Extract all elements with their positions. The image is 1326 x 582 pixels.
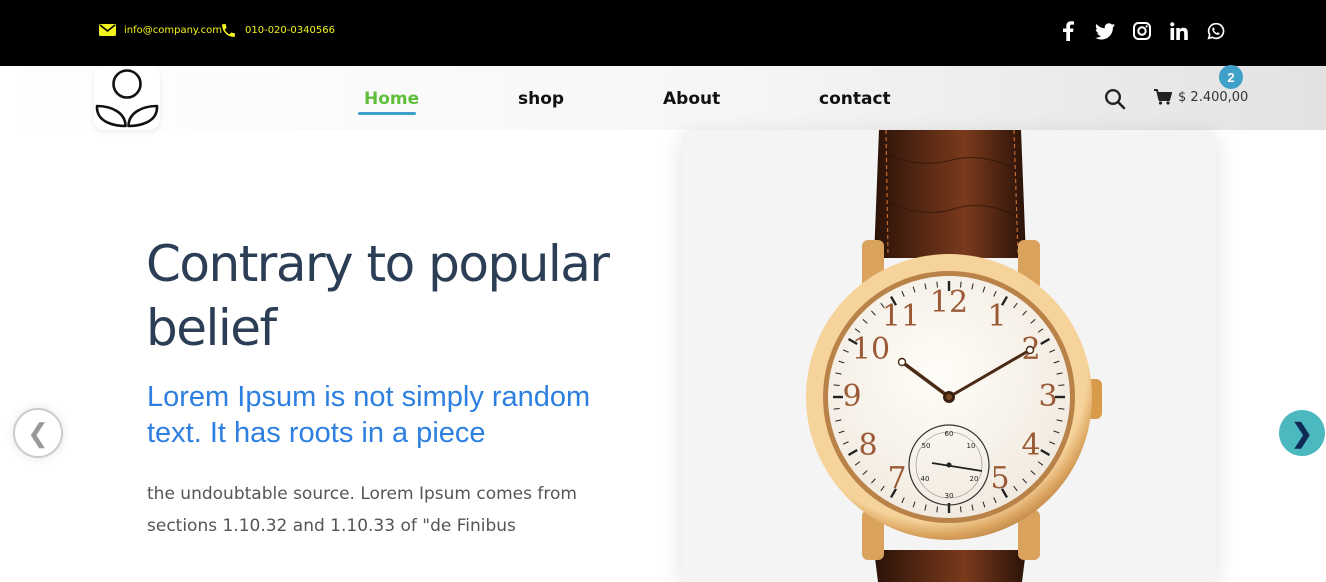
phone-text: 010-020-0340566 — [245, 25, 335, 36]
numeral-3: 3 — [1038, 379, 1057, 414]
nav-home[interactable]: Home — [364, 89, 419, 109]
dial-tick — [936, 506, 938, 513]
phone-contact[interactable]: 010-020-0340566 — [220, 22, 335, 39]
dial-tick — [833, 384, 840, 386]
search-icon — [1104, 88, 1126, 110]
facebook-icon[interactable] — [1058, 20, 1078, 42]
numeral-7: 7 — [887, 461, 906, 496]
search-button[interactable] — [1104, 88, 1126, 110]
numeral-11: 11 — [882, 299, 920, 334]
site-logo[interactable] — [94, 66, 160, 130]
subdial-50: 50 — [922, 442, 931, 450]
lotus-logo-icon — [95, 69, 159, 128]
linkedin-icon[interactable] — [1169, 20, 1189, 42]
chevron-left-icon: ❮ — [27, 417, 49, 448]
dial-tick — [960, 506, 962, 513]
numeral-8: 8 — [858, 428, 877, 463]
numeral-5: 5 — [990, 461, 1009, 496]
watch-image: 12 1 2 3 4 5 7 8 9 10 11 60 10 20 30 40 … — [806, 130, 1102, 582]
subdial-10: 10 — [967, 442, 976, 450]
carousel-next-button[interactable]: ❯ — [1279, 410, 1325, 456]
hero-body-text: the undoubtable source. Lorem Ipsum come… — [147, 484, 577, 536]
numeral-9: 9 — [842, 379, 861, 414]
hero-title: Contrary to popular belief — [146, 235, 610, 357]
nav-shop[interactable]: shop — [518, 89, 564, 109]
dial-tick — [1058, 408, 1065, 410]
nav-about[interactable]: About — [663, 89, 720, 109]
nav-active-underline — [358, 112, 416, 115]
dial-tick — [1058, 384, 1065, 386]
twitter-icon[interactable] — [1095, 20, 1115, 42]
subdial-30: 30 — [945, 492, 954, 500]
email-text: info@company.com — [124, 24, 222, 36]
phone-icon — [222, 24, 235, 37]
dial-tick — [833, 408, 840, 410]
subdial-20: 20 — [970, 475, 979, 483]
instagram-icon[interactable] — [1132, 20, 1152, 42]
cart-amount: 2.400,00 — [1190, 89, 1249, 105]
email-contact[interactable]: info@company.com — [99, 24, 222, 36]
numeral-4: 4 — [1021, 428, 1040, 463]
chevron-right-icon: ❯ — [1291, 417, 1313, 448]
cart-total: $ 2.400,00 — [1178, 90, 1248, 105]
cart-currency: $ — [1178, 89, 1187, 105]
carousel-prev-button[interactable]: ❮ — [13, 408, 63, 458]
hero-subtitle: Lorem Ipsum is not simply random text. I… — [147, 381, 591, 449]
nav-contact[interactable]: contact — [819, 89, 891, 109]
cart-button[interactable]: $ 2.400,00 — [1154, 89, 1248, 105]
envelope-icon — [99, 24, 116, 36]
cart-icon — [1154, 89, 1172, 105]
numeral-10: 10 — [852, 332, 890, 367]
social-links — [1058, 20, 1226, 42]
whatsapp-icon[interactable] — [1206, 20, 1226, 42]
numeral-12: 12 — [930, 285, 968, 320]
subdial-40: 40 — [921, 475, 930, 483]
numeral-1: 1 — [987, 299, 1006, 334]
top-bar: info@company.com 010-020-0340566 — [0, 0, 1326, 66]
product-image-card: 12 1 2 3 4 5 7 8 9 10 11 60 10 20 30 40 … — [682, 130, 1216, 582]
subdial-60: 60 — [945, 430, 954, 438]
cart-count-badge: 2 — [1219, 65, 1243, 89]
